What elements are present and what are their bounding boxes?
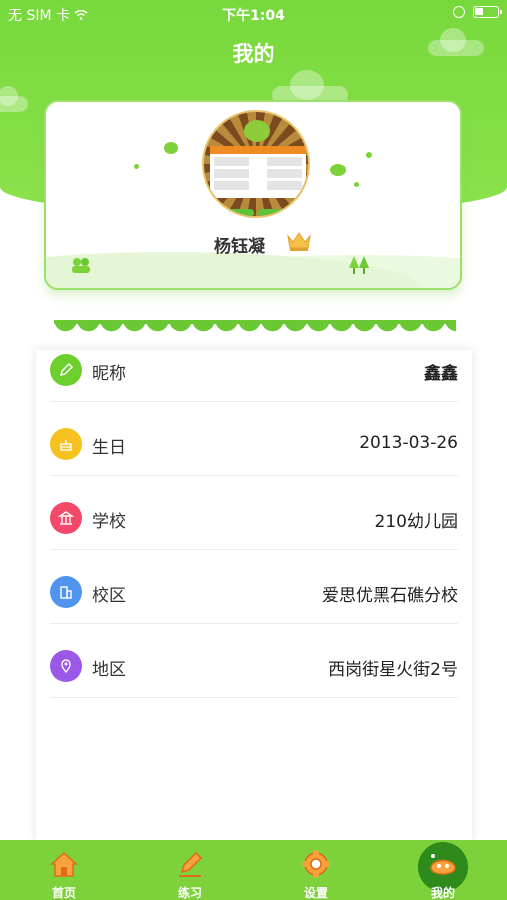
scallop-decoration — [54, 320, 456, 332]
tab-label: 设置 — [303, 886, 328, 900]
info-value: 210幼儿园 — [374, 512, 458, 532]
info-value: 2013-03-26 — [359, 433, 458, 453]
school-icon — [50, 502, 82, 534]
tree-decoration-icon — [348, 256, 370, 280]
avatar[interactable] — [202, 110, 310, 218]
green-dot-decoration — [366, 152, 372, 158]
pencil-icon — [50, 354, 82, 386]
info-row-campus[interactable]: 校区 爱思优黑石礁分校 — [50, 574, 458, 624]
page-title: 我的 — [232, 42, 275, 66]
cloud-decoration — [0, 86, 28, 112]
battery-icon — [473, 6, 502, 18]
info-value: 鑫鑫 — [424, 364, 458, 384]
info-panel: 昵称 鑫鑫 生日 2013-03-26 学校 210幼儿园 校区 爱思优黑石礁分… — [36, 350, 472, 840]
profile-icon — [427, 850, 459, 882]
avatar-buttons — [214, 202, 302, 216]
crown-icon — [286, 230, 312, 256]
home-icon — [48, 848, 80, 880]
tab-settings[interactable]: 设置 — [253, 840, 379, 900]
info-label: 昵称 — [92, 364, 126, 384]
tab-label: 练习 — [177, 886, 202, 900]
practice-icon — [174, 848, 206, 880]
building-icon — [50, 576, 82, 608]
username: 杨钰凝 — [214, 237, 265, 257]
tab-label: 首页 — [51, 886, 76, 900]
status-bar: 无 SIM 卡 下午1:04 — [0, 0, 507, 28]
tab-home[interactable]: 首页 — [1, 840, 127, 900]
green-dot-decoration — [164, 142, 178, 154]
people-decoration-icon — [70, 256, 92, 278]
cake-icon — [50, 428, 82, 460]
info-row-nickname[interactable]: 昵称 鑫鑫 — [50, 352, 458, 402]
info-row-school[interactable]: 学校 210幼儿园 — [50, 500, 458, 550]
info-label: 校区 — [92, 586, 126, 606]
location-icon — [50, 650, 82, 682]
info-label: 地区 — [92, 660, 126, 680]
info-value: 爱思优黑石礁分校 — [322, 586, 458, 606]
info-value: 西岗街星火街2号 — [328, 660, 458, 680]
status-time: 下午1:04 — [222, 8, 285, 24]
settings-icon — [300, 848, 332, 880]
green-dot-decoration — [134, 164, 139, 169]
rotation-lock-icon — [453, 6, 465, 18]
profile-card: 杨钰凝 — [44, 100, 462, 290]
info-label: 学校 — [92, 512, 126, 532]
tab-practice[interactable]: 练习 — [127, 840, 253, 900]
avatar-character — [244, 120, 270, 142]
tab-label: 我的 — [430, 886, 455, 900]
info-row-region[interactable]: 地区 西岗街星火街2号 — [50, 648, 458, 698]
info-row-birthday[interactable]: 生日 2013-03-26 — [50, 426, 458, 476]
status-right — [453, 6, 502, 18]
tab-mine[interactable]: 我的 — [380, 840, 506, 900]
tab-bar: 首页 练习 设置 我的 — [0, 840, 507, 900]
info-label: 生日 — [92, 438, 126, 458]
green-dot-decoration — [330, 164, 346, 176]
green-dot-decoration — [354, 182, 359, 187]
avatar-panel — [210, 146, 306, 198]
